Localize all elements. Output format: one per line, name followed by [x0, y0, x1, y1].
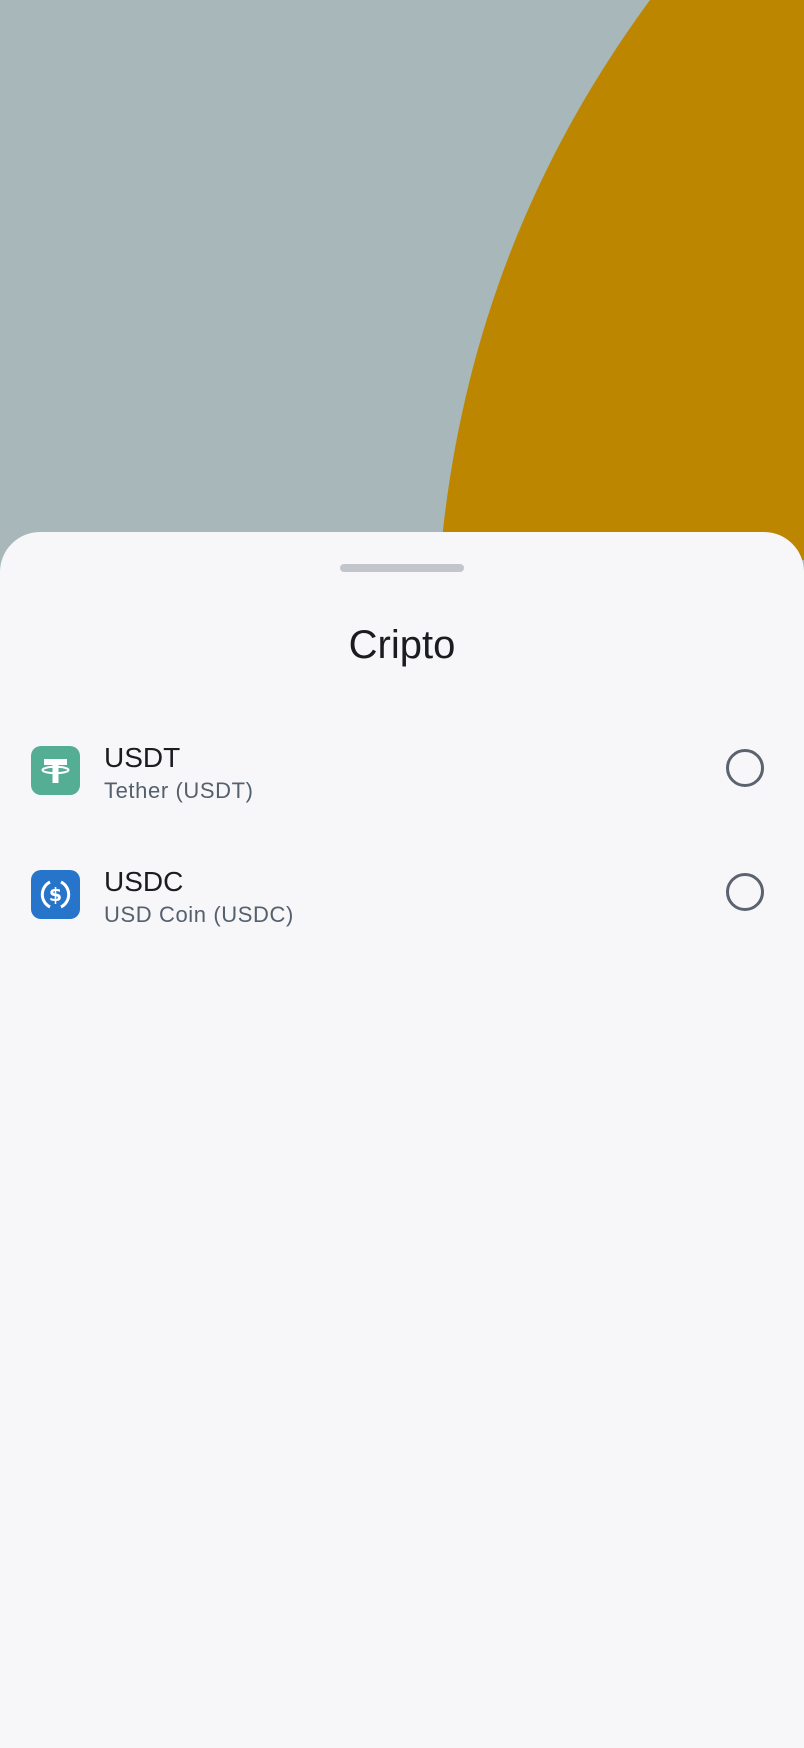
- backdrop-decoration: [440, 0, 804, 560]
- sheet-title: Cripto: [348, 623, 456, 667]
- radio-button-usdc[interactable]: [726, 873, 764, 911]
- list-item-usdt[interactable]: USDT Tether (USDT): [0, 710, 804, 834]
- bottom-sheet: Cripto USDT Tether (USDT) $ USDC USD Coi…: [0, 532, 804, 1748]
- svg-text:$: $: [49, 884, 62, 906]
- coin-symbol: USDT: [104, 742, 181, 773]
- usd-coin-icon: $: [31, 870, 80, 919]
- coin-description: USD Coin (USDC): [104, 902, 294, 927]
- drag-handle[interactable]: [340, 564, 464, 572]
- tether-icon: [31, 746, 80, 795]
- coin-description: Tether (USDT): [104, 778, 254, 803]
- screen: Cripto USDT Tether (USDT) $ USDC USD Coi…: [0, 0, 804, 1748]
- radio-button-usdt[interactable]: [726, 749, 764, 787]
- list-item-usdc[interactable]: $ USDC USD Coin (USDC): [0, 834, 804, 958]
- coin-symbol: USDC: [104, 866, 184, 897]
- crypto-list: USDT Tether (USDT) $ USDC USD Coin (USDC…: [0, 710, 804, 958]
